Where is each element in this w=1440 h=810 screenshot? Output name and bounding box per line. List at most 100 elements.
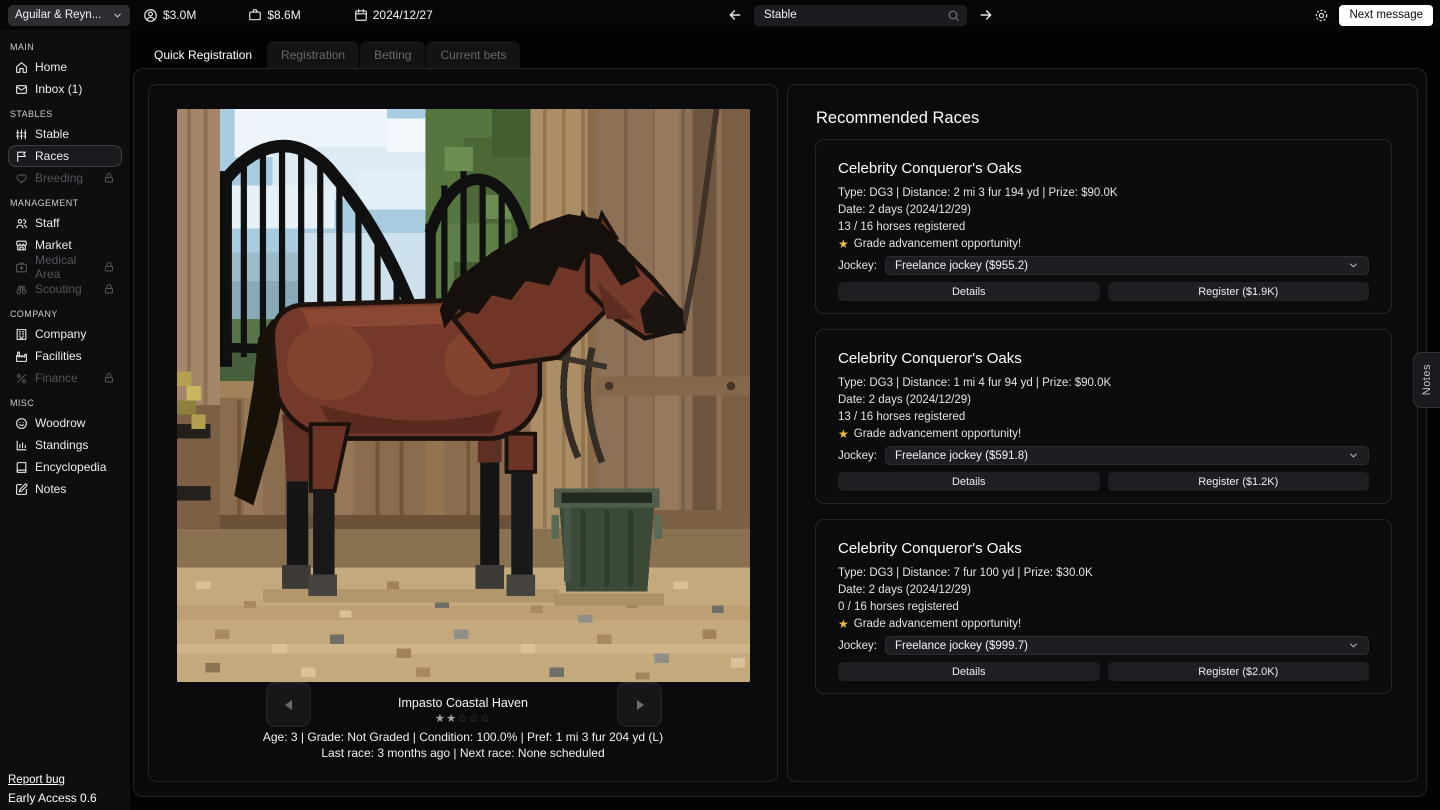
register-button[interactable]: Register ($1.2K) <box>1108 472 1370 491</box>
recommended-races-title: Recommended Races <box>816 109 979 128</box>
sidebar-section-management: MANAGEMENT <box>10 198 122 208</box>
lock-icon <box>103 261 115 273</box>
grade-note-text: Grade advancement opportunity! <box>854 426 1022 443</box>
register-button[interactable]: Register ($1.9K) <box>1108 282 1370 301</box>
note-pencil-icon <box>15 483 28 496</box>
details-button[interactable]: Details <box>838 472 1100 491</box>
stars-filled: ★★ <box>435 713 458 725</box>
jockey-label: Jockey: <box>838 450 877 462</box>
sidebar-item-label: Breeding <box>35 171 83 185</box>
forward-arrow-icon[interactable] <box>978 7 994 23</box>
jockey-select[interactable]: Freelance jockey ($955.2) <box>885 256 1369 275</box>
company-cash: $8.6M <box>248 8 300 22</box>
home-icon <box>15 61 28 74</box>
sidebar-item-home[interactable]: Home <box>8 56 122 78</box>
company-cash-value: $8.6M <box>267 8 300 22</box>
jockey-select[interactable]: Freelance jockey ($591.8) <box>885 446 1369 465</box>
main-panel: Impasto Coastal Haven ★★☆☆☆ Age: 3 | Gra… <box>133 68 1427 797</box>
sidebar-item-label: Finance <box>35 371 78 385</box>
sidebar-item-inbox[interactable]: Inbox (1) <box>8 78 122 100</box>
search-icon <box>947 9 960 22</box>
gold-star-icon: ★ <box>838 616 849 633</box>
sidebar-item-company[interactable]: Company <box>8 323 122 345</box>
chevron-down-icon <box>112 10 123 21</box>
sidebar-section-stables: STABLES <box>10 109 122 119</box>
sidebar-item-label: Races <box>35 149 69 163</box>
top-bar: Aguilar & Reyn... $3.0M $8.6M 2024/12/27 <box>0 0 1440 30</box>
game-date-value: 2024/12/27 <box>373 8 433 22</box>
jockey-select[interactable]: Freelance jockey ($999.7) <box>885 636 1369 655</box>
stable-gate-icon <box>15 128 28 141</box>
sidebar-item-label: Standings <box>35 438 88 452</box>
sidebar-item-breeding: Breeding <box>8 167 122 189</box>
notes-side-tab[interactable]: Notes <box>1413 352 1440 408</box>
stable-selector-dropdown[interactable]: Aguilar & Reyn... <box>8 5 130 26</box>
register-button[interactable]: Register ($2.0K) <box>1108 662 1370 681</box>
heart-icon <box>15 172 28 185</box>
race-actions: Details Register ($1.9K) <box>838 282 1369 301</box>
grade-advancement-note: ★ Grade advancement opportunity! <box>838 236 1369 253</box>
stable-selector-value: Aguilar & Reyn... <box>15 9 101 21</box>
game-date: 2024/12/27 <box>354 8 433 22</box>
binoculars-icon <box>15 283 28 296</box>
gear-icon[interactable] <box>1314 8 1329 23</box>
recommended-races-card: Recommended Races Celebrity Conqueror's … <box>787 84 1418 782</box>
sidebar-section-misc: MISC <box>10 398 122 408</box>
sidebar-item-woodrow[interactable]: Woodrow <box>8 412 122 434</box>
jockey-label: Jockey: <box>838 260 877 272</box>
sidebar: MAIN Home Inbox (1) STABLES Stable Races… <box>0 30 130 810</box>
horse-info-line-1: Age: 3 | Grade: Not Graded | Condition: … <box>149 730 777 744</box>
sidebar-item-races[interactable]: Races <box>8 145 122 167</box>
book-icon <box>15 461 28 474</box>
race-date: Date: 2 days (2024/12/29) <box>838 582 1369 599</box>
search-input[interactable] <box>754 5 967 26</box>
jockey-select-value: Freelance jockey ($999.7) <box>895 640 1028 652</box>
grade-note-text: Grade advancement opportunity! <box>854 616 1022 633</box>
sidebar-item-standings[interactable]: Standings <box>8 434 122 456</box>
details-button[interactable]: Details <box>838 282 1100 301</box>
horse-name: Impasto Coastal Haven <box>149 696 777 710</box>
users-icon <box>15 217 28 230</box>
sidebar-item-staff[interactable]: Staff <box>8 212 122 234</box>
chevron-down-icon <box>1348 260 1359 271</box>
next-message-button[interactable]: Next message <box>1339 5 1433 26</box>
sidebar-item-notes[interactable]: Notes <box>8 478 122 500</box>
factory-icon <box>15 350 28 363</box>
stars-empty: ☆☆☆ <box>457 713 491 725</box>
sidebar-item-label: Stable <box>35 127 69 141</box>
race-card: Celebrity Conqueror's Oaks Type: DG3 | D… <box>815 519 1392 694</box>
mail-icon <box>15 83 28 96</box>
grade-advancement-note: ★ Grade advancement opportunity! <box>838 616 1369 633</box>
sidebar-item-label: Market <box>35 238 72 252</box>
tab-quick-registration[interactable]: Quick Registration <box>140 41 266 68</box>
notes-side-tab-label: Notes <box>1421 364 1433 395</box>
sidebar-item-encyclopedia[interactable]: Encyclopedia <box>8 456 122 478</box>
player-cash-value: $3.0M <box>163 8 196 22</box>
next-message-label: Next message <box>1349 9 1423 21</box>
gold-star-icon: ★ <box>838 426 849 443</box>
sidebar-item-stable[interactable]: Stable <box>8 123 122 145</box>
details-button[interactable]: Details <box>838 662 1100 681</box>
race-registered: 0 / 16 horses registered <box>838 599 1369 616</box>
lock-icon <box>103 372 115 384</box>
sidebar-section-main: MAIN <box>10 42 122 52</box>
sidebar-item-label: Encyclopedia <box>35 460 106 474</box>
horse-star-rating: ★★☆☆☆ <box>149 711 777 725</box>
race-meta: Type: DG3 | Distance: 7 fur 100 yd | Pri… <box>838 565 1369 582</box>
sidebar-item-facilities[interactable]: Facilities <box>8 345 122 367</box>
back-arrow-icon[interactable] <box>727 7 743 23</box>
jockey-row: Jockey: Freelance jockey ($591.8) <box>838 446 1369 465</box>
report-bug-link[interactable]: Report bug <box>8 774 65 786</box>
sidebar-item-finance: Finance <box>8 367 122 389</box>
tab-betting[interactable]: Betting <box>360 41 425 68</box>
lock-icon <box>103 283 115 295</box>
race-registered: 13 / 16 horses registered <box>838 409 1369 426</box>
race-card: Celebrity Conqueror's Oaks Type: DG3 | D… <box>815 139 1392 314</box>
tab-current-bets[interactable]: Current bets <box>426 41 520 68</box>
tab-registration[interactable]: Registration <box>267 41 359 68</box>
sidebar-section-company: COMPANY <box>10 309 122 319</box>
person-circle-icon <box>143 8 158 23</box>
flag-icon <box>15 150 28 163</box>
sidebar-item-label: Woodrow <box>35 416 85 430</box>
race-meta: Type: DG3 | Distance: 2 mi 3 fur 194 yd … <box>838 185 1369 202</box>
